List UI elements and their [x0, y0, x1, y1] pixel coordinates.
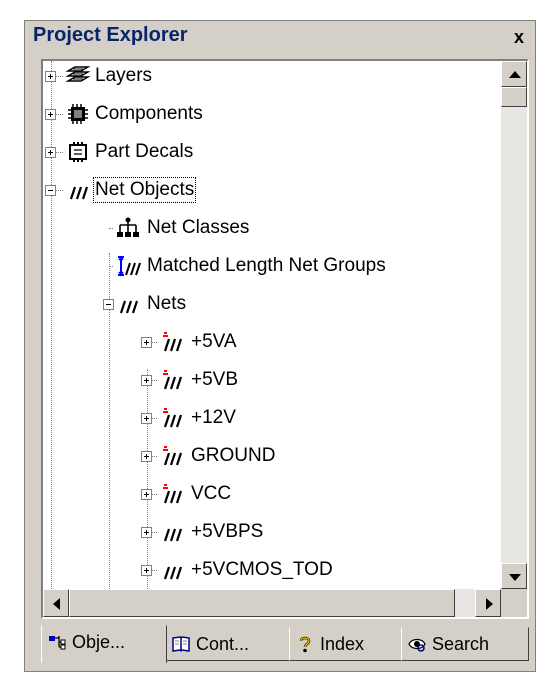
arrow-right-icon [486, 598, 493, 610]
matched-length-icon [115, 255, 141, 277]
arrow-left-icon [53, 598, 60, 610]
collapse-icon[interactable] [45, 185, 56, 196]
tree-node-label[interactable]: Part Decals [95, 141, 193, 163]
question-icon [296, 635, 314, 653]
scroll-left-button[interactable] [43, 589, 69, 617]
expand-icon[interactable] [45, 71, 56, 82]
horizontal-scrollbar[interactable] [43, 589, 501, 617]
expand-icon[interactable] [141, 375, 152, 386]
book-icon [172, 635, 190, 653]
expand-icon[interactable] [45, 109, 56, 120]
net-objects-icon [65, 179, 91, 201]
tree-node-label[interactable]: +5VCMOS_TOD [191, 559, 333, 581]
collapse-icon[interactable] [103, 299, 114, 310]
tree-node-label[interactable]: Layers [95, 65, 152, 87]
net-flagged-icon [159, 369, 185, 391]
net-flagged-icon [159, 445, 185, 467]
arrow-up-icon [509, 71, 521, 78]
nets-guide-line [147, 369, 148, 589]
tree-connector [109, 228, 113, 229]
expand-icon[interactable] [141, 413, 152, 424]
components-icon [65, 103, 91, 125]
part-decals-icon [65, 141, 91, 163]
tree-connector [109, 266, 113, 267]
tree-node-label[interactable]: +5VBPS [191, 521, 263, 543]
horizontal-scroll-thumb[interactable] [69, 589, 455, 617]
expand-icon[interactable] [141, 565, 152, 576]
panel-title: Project Explorer [33, 24, 188, 46]
net-classes-icon [115, 217, 141, 239]
scroll-up-button[interactable] [501, 61, 527, 87]
tree-node-label[interactable]: +12V [191, 407, 236, 429]
tree-content: Layers Components Part Decals Net Objects Ne… [43, 61, 501, 589]
net-flagged-icon [159, 407, 185, 429]
tab-label: Search [432, 634, 490, 654]
vertical-scrollbar[interactable] [501, 61, 527, 589]
tab-search[interactable]: Search [401, 627, 529, 661]
tab-strip: Obje... Cont... Index Search [41, 625, 529, 665]
tree-node-label[interactable]: VCC [191, 483, 231, 505]
expand-icon[interactable] [141, 451, 152, 462]
scroll-down-button[interactable] [501, 563, 527, 589]
tab-label: Obje... [72, 632, 126, 652]
tree-node-label[interactable]: Components [95, 103, 203, 125]
tab-obje[interactable]: Obje... [41, 625, 167, 663]
layers-icon [65, 65, 91, 87]
scroll-right-button[interactable] [475, 589, 501, 617]
tab-label: Cont... [196, 634, 250, 654]
tree-node-label[interactable]: +5VB [191, 369, 238, 391]
close-button[interactable]: x [509, 27, 529, 47]
arrow-down-icon [509, 574, 521, 581]
tree-node-label[interactable]: Net Classes [147, 217, 249, 239]
nets-icon [115, 293, 141, 315]
expand-icon[interactable] [141, 527, 152, 538]
tab-label: Index [320, 634, 365, 654]
net-flagged-icon [159, 483, 185, 505]
tree-node-label[interactable]: +5VA [191, 331, 237, 353]
title-bar: Project Explorer x [25, 21, 535, 53]
net-icon [159, 521, 185, 543]
vertical-scroll-thumb[interactable] [501, 87, 527, 107]
tree-node-label[interactable]: Nets [147, 293, 186, 315]
project-explorer-panel: Project Explorer x Layers Components Part … [24, 20, 536, 672]
tab-cont[interactable]: Cont... [165, 627, 291, 661]
expand-icon[interactable] [141, 337, 152, 348]
search-eye-icon [408, 635, 426, 653]
root-guide-line [51, 61, 52, 589]
expand-icon[interactable] [45, 147, 56, 158]
expand-icon[interactable] [141, 489, 152, 500]
tab-index[interactable]: Index [289, 627, 403, 661]
net-flagged-icon [159, 331, 185, 353]
tree-view[interactable]: Layers Components Part Decals Net Objects Ne… [41, 59, 529, 619]
scrollbar-corner [501, 589, 527, 617]
tree-node-label[interactable]: GROUND [191, 445, 275, 467]
tree-node-label[interactable]: Net Objects [92, 177, 197, 203]
tree-node-label[interactable]: Matched Length Net Groups [147, 255, 386, 277]
net-icon [159, 559, 185, 581]
objects-tab-icon [48, 633, 66, 651]
